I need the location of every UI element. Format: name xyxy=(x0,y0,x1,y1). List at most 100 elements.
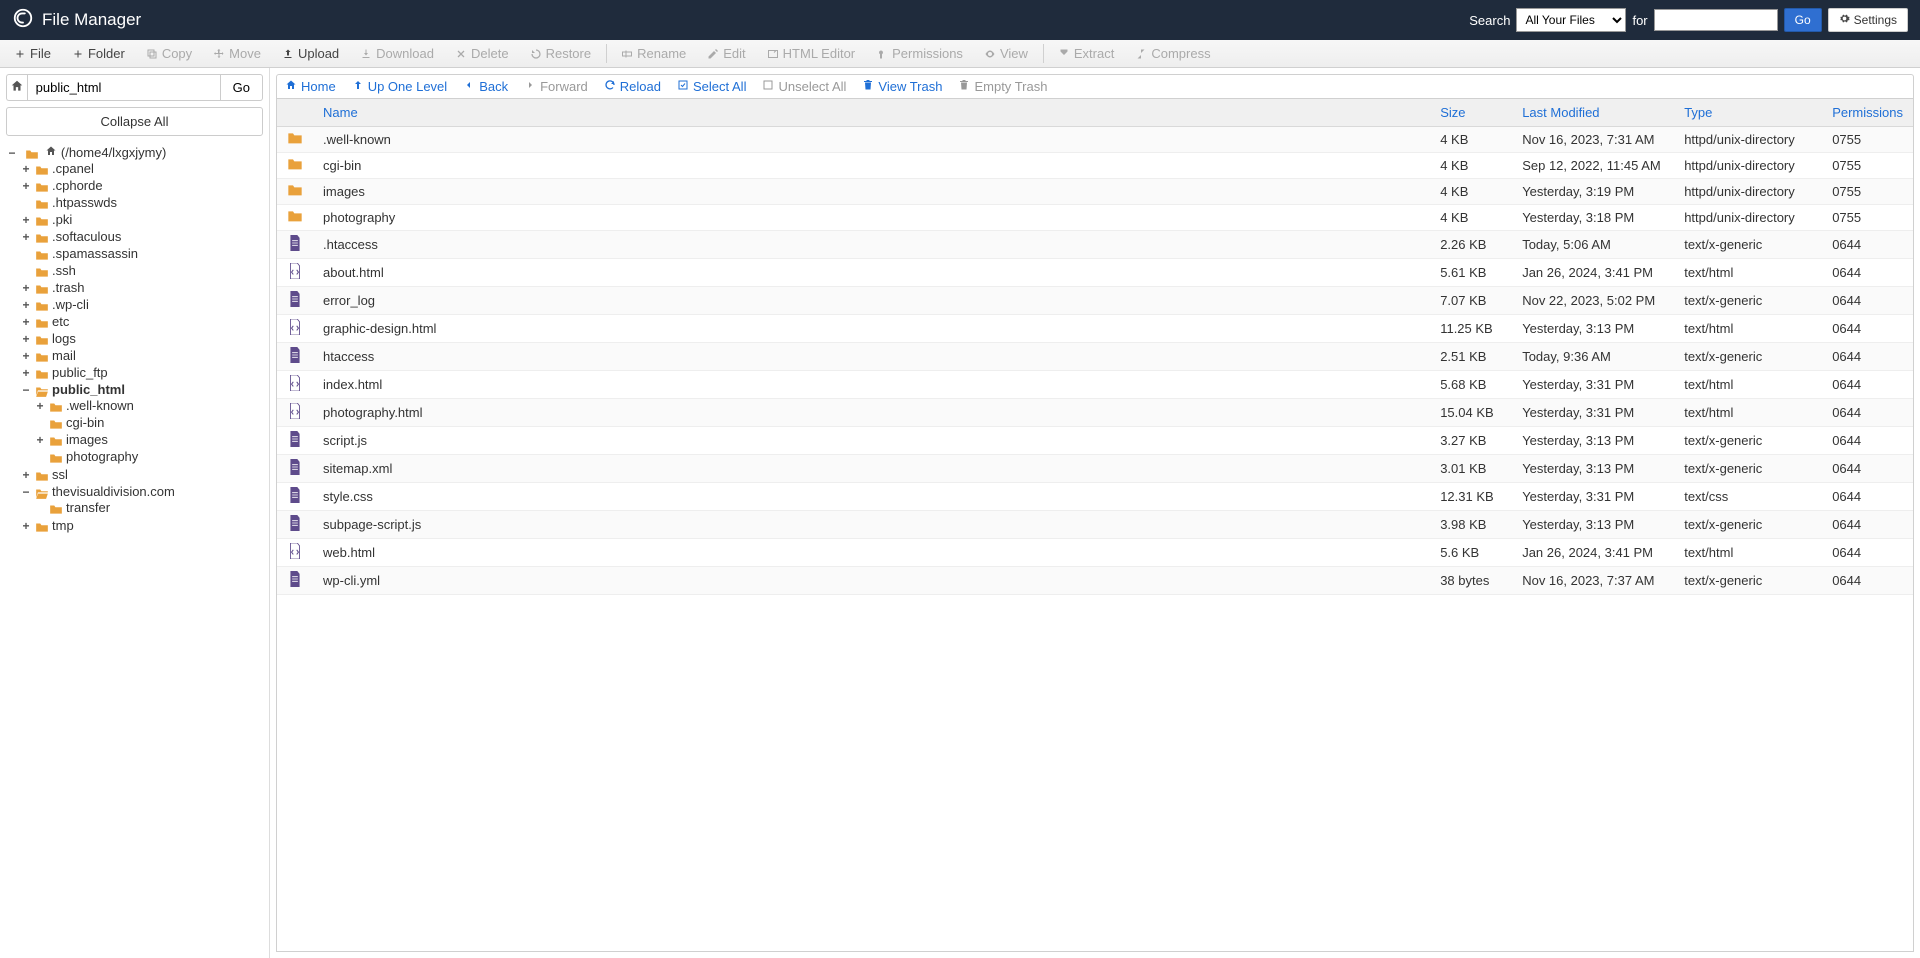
col-size-header[interactable]: Size xyxy=(1430,99,1512,127)
home-link[interactable]: Home xyxy=(285,79,336,94)
tree-toggle[interactable]: − xyxy=(20,383,32,397)
tree-toggle[interactable]: + xyxy=(20,366,32,380)
file-modified: Yesterday, 3:31 PM xyxy=(1512,399,1674,427)
path-input[interactable] xyxy=(27,74,221,101)
tree-node-label[interactable]: photography xyxy=(66,449,138,464)
forward-link[interactable]: Forward xyxy=(524,79,588,94)
tree-toggle[interactable]: + xyxy=(20,230,32,244)
tree-node-label[interactable]: logs xyxy=(52,331,76,346)
table-row[interactable]: error_log7.07 KBNov 22, 2023, 5:02 PMtex… xyxy=(277,287,1913,315)
tree-node-label[interactable]: ssl xyxy=(52,467,68,482)
settings-button[interactable]: Settings xyxy=(1828,8,1908,32)
col-name-header[interactable]: Name xyxy=(313,99,1430,127)
tree-node-label[interactable]: .softaculous xyxy=(52,229,121,244)
tree-toggle[interactable]: − xyxy=(6,146,18,160)
col-permissions-header[interactable]: Permissions xyxy=(1822,99,1913,127)
file-modified: Yesterday, 3:31 PM xyxy=(1512,483,1674,511)
tree-node-label[interactable]: .trash xyxy=(52,280,85,295)
col-modified-header[interactable]: Last Modified xyxy=(1512,99,1674,127)
table-row[interactable]: style.css12.31 KBYesterday, 3:31 PMtext/… xyxy=(277,483,1913,511)
file-size: 3.98 KB xyxy=(1430,511,1512,539)
tree-toggle[interactable]: + xyxy=(20,213,32,227)
file-button[interactable]: File xyxy=(4,40,62,67)
up-link-label: Up One Level xyxy=(368,79,448,94)
table-row[interactable]: graphic-design.html11.25 KBYesterday, 3:… xyxy=(277,315,1913,343)
tree-toggle[interactable]: + xyxy=(20,349,32,363)
collapse-all-button[interactable]: Collapse All xyxy=(6,107,263,136)
table-row[interactable]: cgi-bin4 KBSep 12, 2022, 11:45 AMhttpd/u… xyxy=(277,153,1913,179)
tree-node-label[interactable]: public_ftp xyxy=(52,365,108,380)
tree-node-label[interactable]: etc xyxy=(52,314,69,329)
tree-node-label[interactable]: .spamassassin xyxy=(52,246,138,261)
search-input[interactable] xyxy=(1654,9,1778,31)
table-row[interactable]: index.html5.68 KBYesterday, 3:31 PMtext/… xyxy=(277,371,1913,399)
select-all-link[interactable]: Select All xyxy=(677,79,746,94)
tree-toggle[interactable]: − xyxy=(20,485,32,499)
file-size: 12.31 KB xyxy=(1430,483,1512,511)
tree-toggle[interactable]: + xyxy=(34,433,46,447)
folder-open-icon xyxy=(35,385,49,397)
tree-toggle[interactable]: + xyxy=(20,519,32,533)
tree-node-label[interactable]: .wp-cli xyxy=(52,297,89,312)
folder-icon xyxy=(49,401,63,413)
unselect-all-link[interactable]: Unselect All xyxy=(762,79,846,94)
tree-node-label[interactable]: .cpanel xyxy=(52,161,94,176)
toolbar-item-label: Edit xyxy=(723,46,745,61)
plus-icon xyxy=(14,48,26,60)
tree-toggle[interactable]: + xyxy=(20,179,32,193)
search-scope-select[interactable]: All Your Files xyxy=(1516,8,1626,32)
tree-node-label[interactable]: .ssh xyxy=(52,263,76,278)
table-row[interactable]: images4 KBYesterday, 3:19 PMhttpd/unix-d… xyxy=(277,179,1913,205)
table-row[interactable]: .htaccess2.26 KBToday, 5:06 AMtext/x-gen… xyxy=(277,231,1913,259)
path-home-button[interactable] xyxy=(6,74,27,101)
file-permissions: 0644 xyxy=(1822,399,1913,427)
table-row[interactable]: script.js3.27 KBYesterday, 3:13 PMtext/x… xyxy=(277,427,1913,455)
tree-toggle[interactable]: + xyxy=(20,162,32,176)
arrow-up-icon xyxy=(352,79,364,94)
tree-node-label[interactable]: thevisualdivision.com xyxy=(52,484,175,499)
forward-link-label: Forward xyxy=(540,79,588,94)
tree-toggle[interactable]: + xyxy=(34,399,46,413)
tree-toggle[interactable]: + xyxy=(20,281,32,295)
view-trash-link[interactable]: View Trash xyxy=(862,79,942,94)
tree-node-label[interactable]: images xyxy=(66,432,108,447)
tree-node-label[interactable]: .cphorde xyxy=(52,178,103,193)
tree-node-label[interactable]: transfer xyxy=(66,500,110,515)
table-row[interactable]: subpage-script.js3.98 KBYesterday, 3:13 … xyxy=(277,511,1913,539)
home-icon xyxy=(45,145,57,160)
table-row[interactable]: photography.html15.04 KBYesterday, 3:31 … xyxy=(277,399,1913,427)
document-icon xyxy=(288,291,302,307)
tree-node-label[interactable]: .htpasswds xyxy=(52,195,117,210)
table-row[interactable]: .well-known4 KBNov 16, 2023, 7:31 AMhttp… xyxy=(277,127,1913,153)
table-row[interactable]: web.html5.6 KBJan 26, 2024, 3:41 PMtext/… xyxy=(277,539,1913,567)
tree-node-label[interactable]: tmp xyxy=(52,518,74,533)
tree-node-label[interactable]: mail xyxy=(52,348,76,363)
tree-toggle[interactable]: + xyxy=(20,468,32,482)
table-row[interactable]: wp-cli.yml38 bytesNov 16, 2023, 7:37 AMt… xyxy=(277,567,1913,595)
upload-button[interactable]: Upload xyxy=(272,40,350,67)
back-link[interactable]: Back xyxy=(463,79,508,94)
tree-node-label[interactable]: .pki xyxy=(52,212,72,227)
up-one-level-link[interactable]: Up One Level xyxy=(352,79,448,94)
table-row[interactable]: htaccess2.51 KBToday, 9:36 AMtext/x-gene… xyxy=(277,343,1913,371)
path-go-button[interactable]: Go xyxy=(221,74,263,101)
table-row[interactable]: photography4 KBYesterday, 3:18 PMhttpd/u… xyxy=(277,205,1913,231)
tree-root-label[interactable]: (/home4/lxgxjymy) xyxy=(61,145,166,160)
folder-button[interactable]: Folder xyxy=(62,40,136,67)
col-icon-header[interactable] xyxy=(277,99,313,127)
tree-node-label[interactable]: cgi-bin xyxy=(66,415,104,430)
table-row[interactable]: about.html5.61 KBJan 26, 2024, 3:41 PMte… xyxy=(277,259,1913,287)
tree-toggle[interactable]: + xyxy=(20,315,32,329)
tree-node-label[interactable]: public_html xyxy=(52,382,125,397)
tree-toggle[interactable]: + xyxy=(20,332,32,346)
for-label: for xyxy=(1632,13,1647,28)
reload-link[interactable]: Reload xyxy=(604,79,661,94)
table-row[interactable]: sitemap.xml3.01 KBYesterday, 3:13 PMtext… xyxy=(277,455,1913,483)
file-name: photography xyxy=(313,205,1430,231)
tree-toggle[interactable]: + xyxy=(20,298,32,312)
empty-trash-link[interactable]: Empty Trash xyxy=(958,79,1047,94)
search-go-button[interactable]: Go xyxy=(1784,8,1822,32)
col-type-header[interactable]: Type xyxy=(1674,99,1822,127)
tree-node-label[interactable]: .well-known xyxy=(66,398,134,413)
file-permissions: 0644 xyxy=(1822,483,1913,511)
